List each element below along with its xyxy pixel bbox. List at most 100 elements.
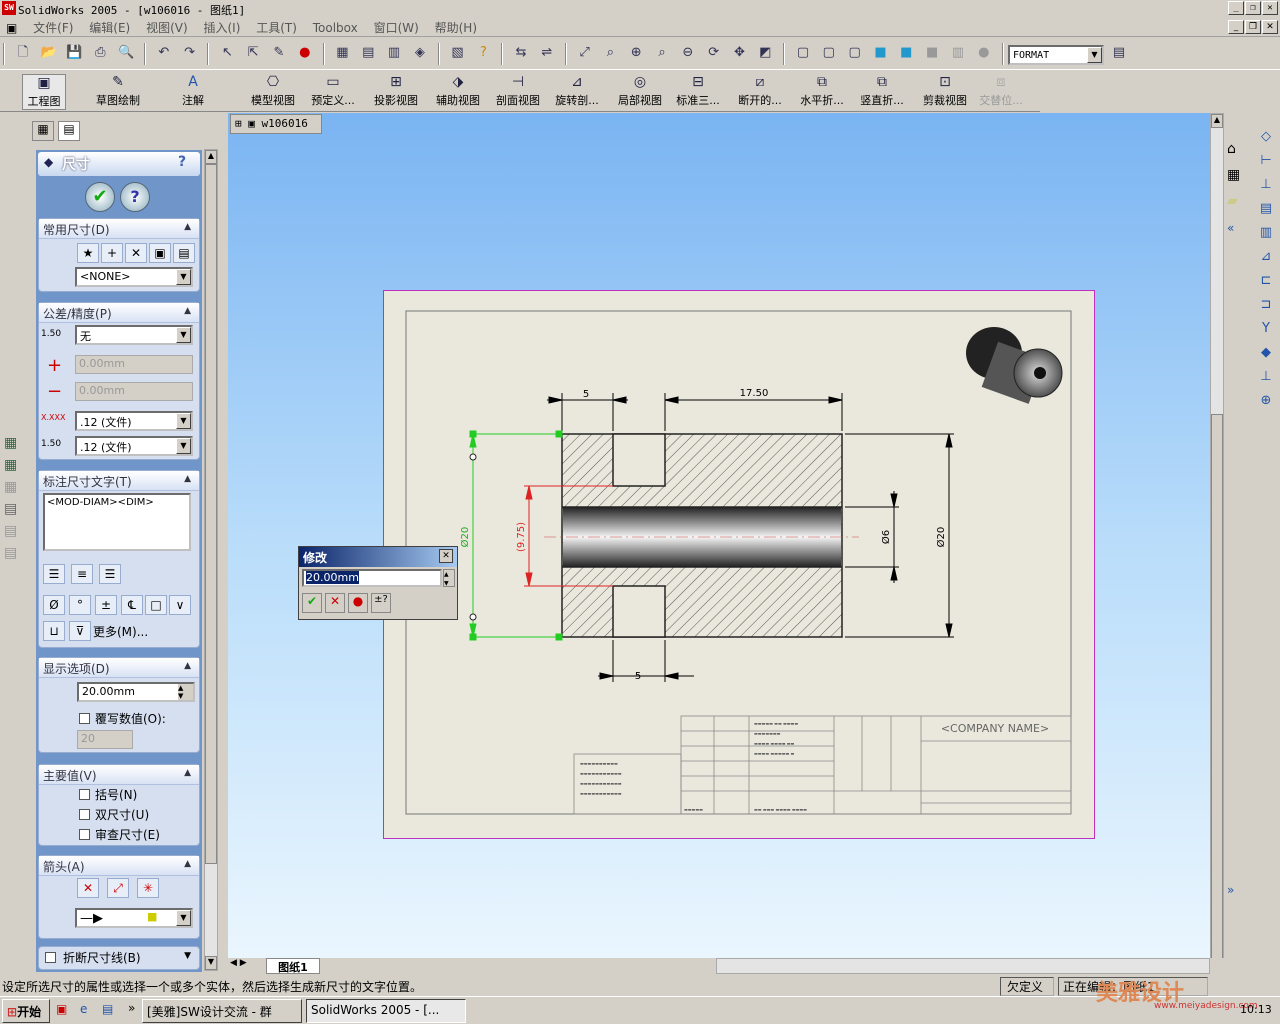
group-header[interactable]: 常用尺寸(D) ▲ (39, 219, 199, 239)
modify-rebuild-icon[interactable]: ● (348, 593, 368, 613)
crop-view-button[interactable]: ⊡ 剪裁视图 (920, 74, 970, 110)
hidden-lines-icon[interactable]: ▢ (819, 43, 839, 63)
model-view-button[interactable]: ⎔ 模型视图 (248, 74, 298, 110)
quicklaunch-ie-icon[interactable]: e (80, 1002, 87, 1016)
dim-diam-20-right[interactable]: Ø20 (935, 527, 947, 548)
measure-icon[interactable]: ⇆ (511, 43, 531, 63)
layer6-icon[interactable]: ▤ (4, 545, 17, 561)
undo-icon[interactable]: ↶ (154, 43, 174, 63)
modify-cancel-icon[interactable]: ✕ (325, 593, 345, 613)
display-value-spinner[interactable]: 20.00mm ▲ ▼ (77, 682, 195, 702)
baseline-dimension-icon[interactable]: ▤ (1256, 197, 1276, 221)
canvas-hscroll[interactable] (716, 958, 1210, 974)
arrows-outside-icon[interactable]: ✕ (77, 878, 99, 898)
vertical-break-button[interactable]: ⧉ 竖直折... (856, 74, 908, 110)
save-icon[interactable]: 💾 (64, 43, 84, 63)
more-symbols-button[interactable]: 更多(M)... (93, 623, 148, 640)
layer2-icon[interactable]: ▦ (4, 457, 17, 473)
format-combo[interactable]: FORMAT ▼ (1008, 45, 1104, 65)
group-header[interactable]: 主要值(V) ▲ (39, 765, 199, 785)
doc-menu-icon[interactable]: ▣ (0, 19, 23, 37)
section-view-button[interactable]: ⊣ 剖面视图 (492, 74, 544, 110)
arrows-inside-icon[interactable]: ⤢ (107, 878, 129, 898)
zoom-selection-icon[interactable]: ⌕ (652, 43, 672, 63)
primary-precision-select[interactable]: .12 (文件) ▼ (75, 411, 193, 431)
modify-value-input[interactable]: 20.00mm (302, 569, 442, 587)
close-button[interactable]: ✕ (1262, 1, 1278, 15)
arrow-style-select[interactable]: —▶ ■ ▼ (75, 908, 193, 928)
modify-ok-icon[interactable]: ✔ (302, 593, 322, 613)
menu-insert[interactable]: 插入(I) (197, 17, 246, 38)
dim-5-top[interactable]: 5 (583, 389, 589, 400)
auxiliary-view-button[interactable]: ⬗ 辅助视图 (432, 74, 484, 110)
menu-view[interactable]: 视图(V) (140, 17, 194, 38)
dimension-text-area[interactable]: <MOD-DIAM><DIM> (43, 493, 191, 551)
favorite-icon[interactable]: ★ (77, 243, 99, 263)
resources-icon[interactable]: ⌂ (1227, 141, 1236, 157)
quicklaunch-more-icon[interactable]: » (128, 1001, 135, 1015)
override-value-checkbox[interactable] (79, 713, 90, 724)
help-icon[interactable]: ? (473, 43, 493, 63)
layer-icon[interactable]: ▥ (384, 43, 404, 63)
alternate-position-button[interactable]: ⧈ 交替位... (978, 74, 1024, 110)
rotate-icon[interactable]: ⟳ (704, 43, 724, 63)
vertical-ordinate-icon[interactable]: ⊐ (1256, 293, 1276, 317)
zoom-in-icon[interactable]: ⊕ (626, 43, 646, 63)
standard-3view-button[interactable]: ⊟ 标准三... (673, 74, 723, 110)
lower-limit-input[interactable]: 0.00mm (75, 382, 193, 401)
canvas-vscroll[interactable]: ▲ (1210, 113, 1224, 974)
hidden-removed-icon[interactable]: ▢ (845, 43, 865, 63)
select-icon[interactable]: ↖ (217, 43, 237, 63)
upper-limit-input[interactable]: 0.00mm (75, 355, 193, 374)
color-icon[interactable]: ◈ (410, 43, 430, 63)
print-icon[interactable]: ⎙ (90, 43, 110, 63)
property-manager-tab-icon[interactable]: ▤ (58, 121, 80, 141)
ok-button[interactable]: ✔ (85, 182, 115, 212)
doc-close-button[interactable]: ✕ (1262, 20, 1278, 34)
library-icon[interactable]: ▦ (1227, 167, 1240, 183)
group-header[interactable]: 箭头(A) ▲ (39, 856, 199, 876)
menu-window[interactable]: 窗口(W) (368, 17, 425, 38)
print-preview-icon[interactable]: 🔍 (116, 43, 136, 63)
zoom-area-icon[interactable]: ⌕ (600, 43, 620, 63)
shadow-icon[interactable]: ■ (922, 43, 942, 63)
shaded-icon[interactable]: ■ (896, 43, 916, 63)
tolerance-type-select[interactable]: 无 ▼ (75, 325, 193, 345)
broken-view-button[interactable]: ⧄ 断开的... (734, 74, 786, 110)
menu-tools[interactable]: 工具(T) (250, 17, 303, 38)
dual-dimension-checkbox[interactable] (79, 809, 90, 820)
company-name[interactable]: <COMPANY NAME> (941, 722, 1049, 735)
favorite-select[interactable]: <NONE> ▼ (75, 267, 193, 287)
dim-diam-6[interactable]: Ø6 (880, 530, 892, 544)
smart-select-icon[interactable]: ⇱ (243, 43, 263, 63)
pan-icon[interactable]: ✥ (730, 43, 750, 63)
task-solidworks[interactable]: SolidWorks 2005 - [... (306, 999, 466, 1023)
horizontal-break-button[interactable]: ⧉ 水平折... (796, 74, 848, 110)
align-right-icon[interactable]: ☰ (99, 564, 121, 584)
doc-minimize-button[interactable]: _ (1228, 20, 1244, 34)
horizontal-dimension-icon[interactable]: ⊢ (1256, 149, 1276, 173)
properties-icon[interactable]: ▧ (448, 43, 468, 63)
predefined-view-button[interactable]: ▭ 预定义... (306, 74, 360, 110)
mass-icon[interactable]: ⇌ (537, 43, 557, 63)
group-header[interactable]: 显示选项(D) ▲ (39, 658, 199, 678)
datum-icon[interactable]: ⊥ (1256, 365, 1276, 389)
load-favorite-icon[interactable]: ▤ (173, 243, 195, 263)
depth-symbol-icon[interactable]: ⊽ (69, 621, 91, 641)
arrows-smart-icon[interactable]: ✳ (137, 878, 159, 898)
detail-view-button[interactable]: ◎ 局部视图 (614, 74, 666, 110)
vertical-dimension-icon[interactable]: ⊥ (1256, 173, 1276, 197)
doc-tree-tab[interactable]: ⊞ ▣ w106016 (230, 114, 322, 134)
delete-favorite-icon[interactable]: ✕ (125, 243, 147, 263)
countersink-symbol-icon[interactable]: ∨ (169, 595, 191, 615)
degree-symbol-icon[interactable]: ° (69, 595, 91, 615)
realview-icon[interactable]: ● (974, 43, 994, 63)
options-icon[interactable]: ▦ (332, 43, 352, 63)
layer3-icon[interactable]: ▦ (4, 479, 17, 495)
format-icon[interactable]: ▤ (1109, 43, 1129, 63)
parentheses-checkbox[interactable] (79, 789, 90, 800)
explorer-icon[interactable]: ▰ (1227, 193, 1238, 209)
drawing-sheet[interactable]: 5 17.50 5 Ø6 Ø20 Ø20 (9.75) ▬▬▬▬▬ ▬▬ ▬▬▬… (383, 290, 1095, 839)
pm-scrollbar[interactable]: ▲ ▼ (204, 149, 218, 971)
square-symbol-icon[interactable]: □ (145, 595, 167, 615)
